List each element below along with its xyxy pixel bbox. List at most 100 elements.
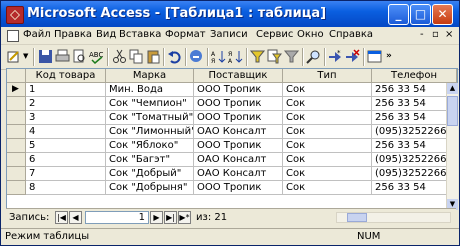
- database-window-icon[interactable]: [367, 49, 382, 64]
- sort-ascending-icon[interactable]: AЯ: [211, 49, 226, 64]
- record-selector[interactable]: [7, 111, 26, 125]
- previous-record-button[interactable]: ◀: [69, 211, 82, 224]
- print-icon[interactable]: [55, 49, 70, 64]
- cell-phone[interactable]: (095)3252266: [372, 153, 457, 167]
- cell-product-code[interactable]: 8: [26, 181, 106, 195]
- menu-tools[interactable]: Сервис: [256, 29, 293, 40]
- copy-icon[interactable]: [129, 49, 144, 64]
- menu-window[interactable]: Окно: [297, 29, 324, 40]
- delete-record-icon[interactable]: [345, 49, 360, 64]
- cell-type[interactable]: Сок: [283, 153, 372, 167]
- cell-phone[interactable]: 256 33 54: [372, 97, 457, 111]
- find-icon[interactable]: [306, 49, 321, 64]
- cell-product-code[interactable]: 5: [26, 139, 106, 153]
- cut-icon[interactable]: [112, 49, 127, 64]
- cell-brand[interactable]: Сок "Томатный": [106, 111, 194, 125]
- cell-brand[interactable]: Сок "Багэт": [106, 153, 194, 167]
- record-number-input[interactable]: 1: [85, 211, 149, 224]
- cell-brand[interactable]: Сок "Яблоко": [106, 139, 194, 153]
- cell-product-code[interactable]: 3: [26, 111, 106, 125]
- cell-product-code[interactable]: 7: [26, 167, 106, 181]
- undo-icon[interactable]: [167, 49, 182, 64]
- record-selector[interactable]: [7, 139, 26, 153]
- column-header-product-code[interactable]: Код товара: [26, 69, 106, 83]
- cell-supplier[interactable]: ООО Тропик: [194, 97, 283, 111]
- column-header-type[interactable]: Тип: [283, 69, 372, 83]
- paste-icon[interactable]: [146, 49, 161, 64]
- document-icon[interactable]: [7, 30, 19, 42]
- column-header-brand[interactable]: Марка: [106, 69, 194, 83]
- cell-product-code[interactable]: 1: [26, 83, 106, 97]
- cell-phone[interactable]: 256 33 54: [372, 83, 457, 97]
- insert-hyperlink-icon[interactable]: [189, 49, 204, 64]
- cell-product-code[interactable]: 6: [26, 153, 106, 167]
- spelling-icon[interactable]: ABC: [89, 49, 104, 64]
- new-record-nav-button[interactable]: ▶*: [178, 211, 191, 224]
- menu-view[interactable]: Вид: [96, 29, 116, 40]
- cell-phone[interactable]: (095)3252266: [372, 167, 457, 181]
- cell-type[interactable]: Сок: [283, 97, 372, 111]
- new-record-icon[interactable]: *: [328, 49, 343, 64]
- maximize-button[interactable]: □: [410, 4, 431, 25]
- filter-by-form-icon[interactable]: [267, 49, 282, 64]
- view-dropdown-icon[interactable]: ▼: [23, 52, 28, 60]
- cell-supplier[interactable]: ООО Тропик: [194, 83, 283, 97]
- cell-brand[interactable]: Мин. Вода: [106, 83, 194, 97]
- horizontal-scroll-thumb[interactable]: [347, 213, 367, 222]
- menu-format[interactable]: Формат: [165, 29, 206, 40]
- print-preview-icon[interactable]: [72, 49, 87, 64]
- record-selector[interactable]: [7, 97, 26, 111]
- scroll-up-icon[interactable]: ▲: [447, 83, 458, 94]
- menu-help[interactable]: Справка: [329, 29, 373, 40]
- doc-restore-button[interactable]: ▫: [432, 29, 439, 40]
- select-all-cell[interactable]: [7, 69, 26, 83]
- cell-supplier[interactable]: ООО Тропик: [194, 181, 283, 195]
- menu-insert[interactable]: Вставка: [119, 29, 161, 40]
- record-selector[interactable]: [7, 181, 26, 195]
- record-selector[interactable]: [7, 167, 26, 181]
- title-bar[interactable]: Microsoft Access - [Таблица1 : таблица] …: [1, 1, 459, 27]
- cell-supplier[interactable]: ОАО Консалт: [194, 167, 283, 181]
- record-selector[interactable]: [7, 125, 26, 139]
- cell-type[interactable]: Сок: [283, 83, 372, 97]
- doc-minimize-button[interactable]: -: [420, 29, 424, 40]
- cell-supplier[interactable]: ОАО Консалт: [194, 153, 283, 167]
- sort-descending-icon[interactable]: ЯA: [228, 49, 243, 64]
- save-icon[interactable]: [38, 49, 53, 64]
- cell-supplier[interactable]: ООО Тропик: [194, 111, 283, 125]
- first-record-button[interactable]: |◀: [55, 211, 68, 224]
- vertical-scrollbar[interactable]: ▲ ▼: [446, 83, 458, 210]
- cell-type[interactable]: Сок: [283, 111, 372, 125]
- design-view-icon[interactable]: [7, 49, 22, 64]
- cell-brand[interactable]: Сок "Чемпион": [106, 97, 194, 111]
- cell-phone[interactable]: 256 33 54: [372, 181, 457, 195]
- cell-product-code[interactable]: 4: [26, 125, 106, 139]
- column-header-supplier[interactable]: Поставщик: [194, 69, 283, 83]
- horizontal-scrollbar[interactable]: [336, 212, 451, 223]
- cell-type[interactable]: Сок: [283, 139, 372, 153]
- cell-phone[interactable]: 256 33 54: [372, 111, 457, 125]
- cell-brand[interactable]: Сок "Добрыня": [106, 181, 194, 195]
- toolbar-overflow-icon[interactable]: »: [386, 51, 392, 61]
- record-selector[interactable]: [7, 153, 26, 167]
- cell-brand[interactable]: Сок "Лимонный": [106, 125, 194, 139]
- cell-type[interactable]: Сок: [283, 125, 372, 139]
- filter-by-selection-icon[interactable]: [250, 49, 265, 64]
- minimize-button[interactable]: _: [388, 4, 409, 25]
- current-record-selector[interactable]: ▶: [7, 83, 26, 97]
- menu-file[interactable]: Файл: [23, 29, 51, 40]
- close-button[interactable]: ✕: [432, 4, 453, 25]
- next-record-button[interactable]: ▶: [150, 211, 163, 224]
- cell-brand[interactable]: Сок "Добрый": [106, 167, 194, 181]
- vertical-scroll-thumb[interactable]: [447, 96, 458, 126]
- doc-close-button[interactable]: ×: [445, 29, 453, 40]
- cell-phone[interactable]: (095)3252266: [372, 125, 457, 139]
- cell-supplier[interactable]: ОАО Консалт: [194, 125, 283, 139]
- cell-type[interactable]: Сок: [283, 181, 372, 195]
- column-header-phone[interactable]: Телефон: [372, 69, 457, 83]
- cell-product-code[interactable]: 2: [26, 97, 106, 111]
- menu-records[interactable]: Записи: [210, 29, 248, 40]
- cell-type[interactable]: Сок: [283, 167, 372, 181]
- access-app-icon[interactable]: [6, 6, 24, 24]
- last-record-button[interactable]: ▶|: [164, 211, 177, 224]
